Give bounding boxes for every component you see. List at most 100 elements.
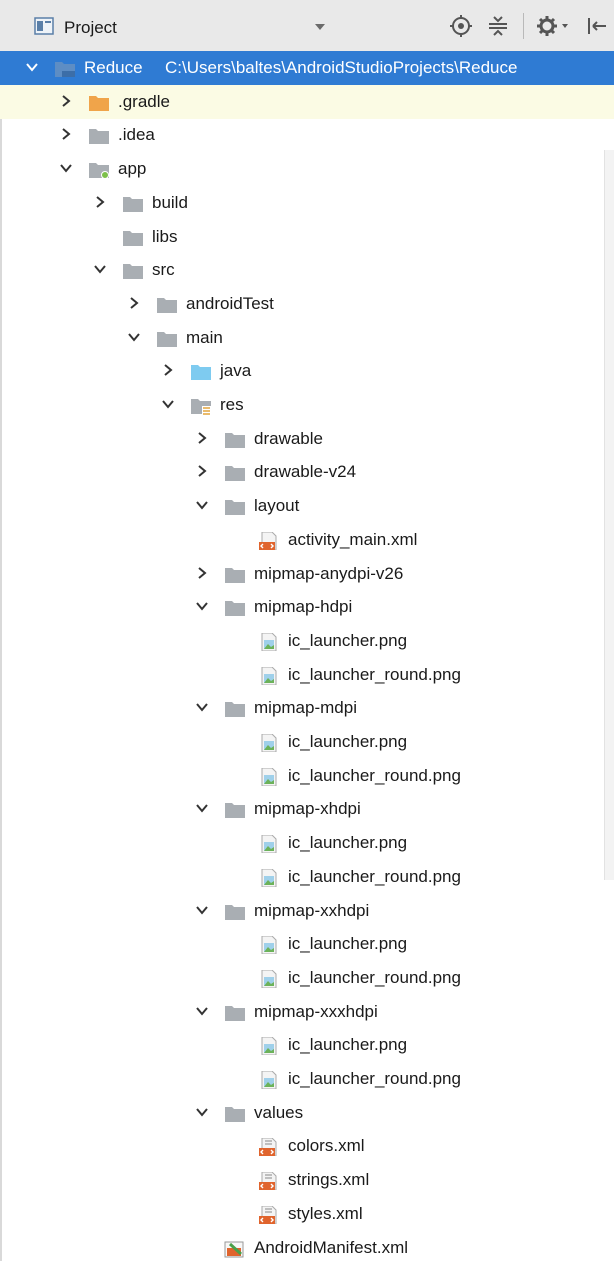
tree-row[interactable]: ic_launcher_round.png [0, 860, 614, 894]
chevron-down-icon[interactable] [196, 1106, 208, 1118]
chevron-down-icon[interactable] [128, 331, 140, 343]
tree-row[interactable]: src [0, 253, 614, 287]
chevron-right-icon[interactable] [196, 465, 208, 478]
tree-row[interactable]: drawable-v24 [0, 455, 614, 489]
project-path: C:\Users\baltes\AndroidStudioProjects\Re… [165, 58, 518, 77]
tree-row[interactable]: mipmap-xxxhdpi [0, 995, 614, 1029]
folder-icon [157, 297, 177, 313]
tree-row[interactable]: res [0, 388, 614, 422]
tree-item-label: .idea [118, 125, 155, 145]
chevron-down-icon[interactable] [94, 263, 106, 275]
tree-item-label: Reduce [84, 58, 143, 77]
tree-item-label: ic_launcher.png [288, 732, 408, 751]
chevron-right-icon[interactable] [196, 566, 208, 579]
tree-row[interactable]: .gradle [0, 84, 614, 119]
tree-row[interactable]: styles.xml [0, 1197, 614, 1231]
folder-icon [225, 1005, 245, 1021]
chevron-down-icon[interactable] [196, 802, 208, 814]
png-file-icon [261, 734, 277, 752]
tree-item-label: androidTest [186, 293, 274, 313]
tree-row[interactable]: .idea [0, 118, 614, 152]
tree-item-label: styles.xml [288, 1203, 363, 1223]
project-toolbar: Project [0, 0, 614, 57]
png-file-icon [261, 969, 277, 988]
tree-row[interactable]: AndroidManifest.xml [0, 1231, 614, 1265]
tree-row[interactable]: Reduce C:\Users\baltes\AndroidStudioProje… [0, 51, 614, 85]
tree-row[interactable]: ic_launcher.png [0, 624, 614, 658]
png-file-icon [261, 936, 277, 955]
folder-icon [89, 129, 109, 145]
folder-icon [225, 432, 245, 448]
tree-row[interactable]: main [0, 321, 614, 355]
folder-icon [123, 230, 143, 246]
tree-item-label: ic_launcher_round.png [288, 765, 461, 785]
tree-row[interactable]: ic_launcher.png [0, 1028, 614, 1062]
tree-row[interactable]: colors.xml [0, 1129, 614, 1163]
tree-item-label: mipmap-xhdpi [254, 799, 361, 819]
chevron-down-icon[interactable] [162, 398, 174, 410]
tree-row[interactable]: ic_launcher_round.png [0, 1062, 614, 1096]
tree-row[interactable]: mipmap-hdpi [0, 590, 614, 624]
tree-item-label: mipmap-anydpi-v26 [254, 563, 404, 583]
tree-item-label: java [220, 361, 252, 381]
tree-item-label: build [152, 192, 188, 212]
chevron-right-icon[interactable] [128, 297, 140, 309]
tree-row[interactable]: activity_main.xml [0, 523, 614, 557]
tree-row[interactable]: app [0, 152, 614, 186]
collapse-all-icon[interactable] [486, 14, 510, 38]
toolbar-separator [523, 13, 524, 39]
tree-row[interactable]: java [0, 354, 614, 388]
tree-item-label: ic_launcher_round.png [288, 866, 461, 886]
folder-icon [225, 803, 245, 819]
tree-item-label: drawable-v24 [254, 462, 357, 482]
tree-row[interactable]: build [0, 186, 614, 220]
tree-row[interactable]: layout [0, 489, 614, 523]
tree-item-label: mipmap-xxhdpi [254, 900, 370, 920]
dropdown-arrow-icon[interactable] [313, 20, 327, 34]
chevron-right-icon[interactable] [196, 431, 208, 444]
gear-icon[interactable] [535, 14, 571, 38]
chevron-right-icon[interactable] [162, 364, 174, 377]
tree-row[interactable]: libs [0, 220, 614, 254]
png-file-icon [261, 767, 277, 786]
tree-row[interactable]: ic_launcher_round.png [0, 658, 614, 692]
tree-row[interactable]: drawable [0, 422, 614, 456]
chevron-right-icon[interactable] [60, 94, 72, 107]
tree-row[interactable]: ic_launcher.png [0, 725, 614, 759]
project-view-icon[interactable] [34, 17, 54, 35]
locate-icon[interactable] [449, 14, 473, 38]
chevron-down-icon[interactable] [196, 499, 208, 511]
chevron-down-icon[interactable] [60, 162, 72, 174]
chevron-down-icon[interactable] [196, 1005, 208, 1017]
chevron-right-icon[interactable] [60, 128, 72, 141]
tree-row[interactable]: mipmap-xxhdpi [0, 894, 614, 928]
tree-row[interactable]: values [0, 1096, 614, 1130]
chevron-down-icon[interactable] [196, 904, 208, 916]
chevron-right-icon[interactable] [94, 196, 106, 208]
tree-row[interactable]: ic_launcher.png [0, 826, 614, 860]
tree-item-label: mipmap-xxxhdpi [254, 1001, 378, 1021]
scrollbar[interactable] [604, 150, 614, 880]
folder-icon [225, 567, 245, 583]
project-view-selector[interactable]: Project [64, 18, 117, 38]
tree-row[interactable]: strings.xml [0, 1163, 614, 1197]
tree-row[interactable]: ic_launcher_round.png [0, 759, 614, 793]
tree-row[interactable]: mipmap-anydpi-v26 [0, 557, 614, 591]
values-xml-file-icon [259, 1205, 277, 1224]
tree-row[interactable]: ic_launcher_round.png [0, 961, 614, 995]
tree-item-label: mipmap-hdpi [254, 597, 353, 617]
tree-item-label: ic_launcher.png [288, 833, 408, 853]
module-folder-icon [89, 163, 109, 180]
chevron-down-icon[interactable] [26, 61, 38, 73]
tree-row[interactable]: ic_launcher.png [0, 927, 614, 961]
tree-item-label: main [186, 327, 223, 347]
chevron-down-icon[interactable] [196, 701, 208, 713]
folder-orange-icon [89, 95, 109, 111]
folder-icon [225, 466, 245, 482]
tree-row[interactable]: androidTest [0, 287, 614, 321]
xml-file-icon [259, 531, 277, 550]
tree-row[interactable]: mipmap-mdpi [0, 691, 614, 725]
chevron-down-icon[interactable] [196, 600, 208, 612]
tree-row[interactable]: mipmap-xhdpi [0, 792, 614, 826]
hide-panel-icon[interactable] [586, 14, 608, 38]
